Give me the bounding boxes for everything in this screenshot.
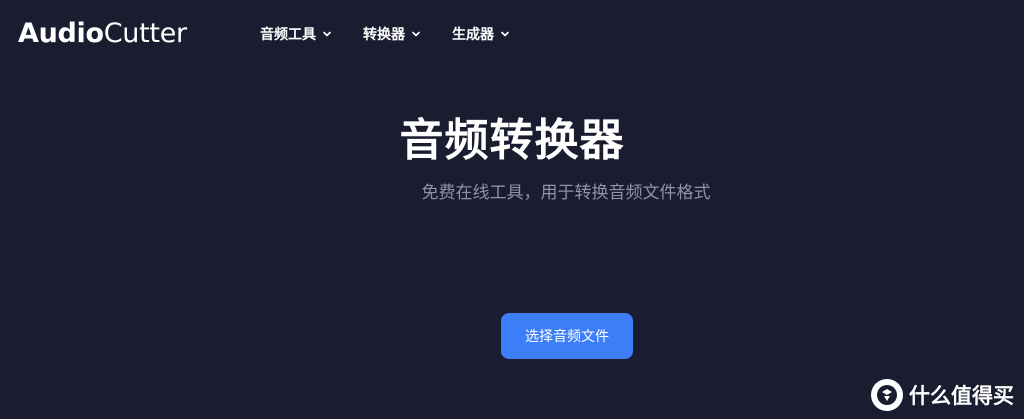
nav-item-label: 转换器: [363, 27, 405, 43]
site-logo[interactable]: AudioCutter: [18, 18, 187, 49]
page-subtitle: 免费在线工具，用于转换音频文件格式: [421, 183, 711, 203]
chevron-down-icon: [410, 28, 422, 40]
nav-item-audio-tools[interactable]: 音频工具: [260, 24, 333, 44]
chevron-down-icon: [321, 28, 333, 40]
smzdm-logo-icon: [871, 379, 903, 411]
watermark: 什么值得买: [871, 379, 1014, 411]
nav-item-generators[interactable]: 生成器: [452, 24, 511, 44]
watermark-text: 什么值得买: [909, 384, 1014, 408]
logo-light-text: Cutter: [103, 18, 187, 49]
select-audio-file-button[interactable]: 选择音频文件: [501, 313, 633, 359]
chevron-down-icon: [499, 28, 511, 40]
logo-bold-text: Audio: [18, 18, 104, 49]
nav-item-label: 生成器: [452, 27, 494, 43]
nav-item-converters[interactable]: 转换器: [363, 24, 422, 44]
page: AudioCutter 音频工具 转换器 生成器 音频转换器 免费在线工具，用于…: [0, 0, 1024, 419]
top-navigation-bar: AudioCutter 音频工具 转换器 生成器: [0, 0, 1024, 70]
page-title: 音频转换器: [399, 115, 625, 166]
main-nav: 音频工具 转换器 生成器: [260, 24, 541, 44]
nav-item-label: 音频工具: [260, 27, 316, 43]
